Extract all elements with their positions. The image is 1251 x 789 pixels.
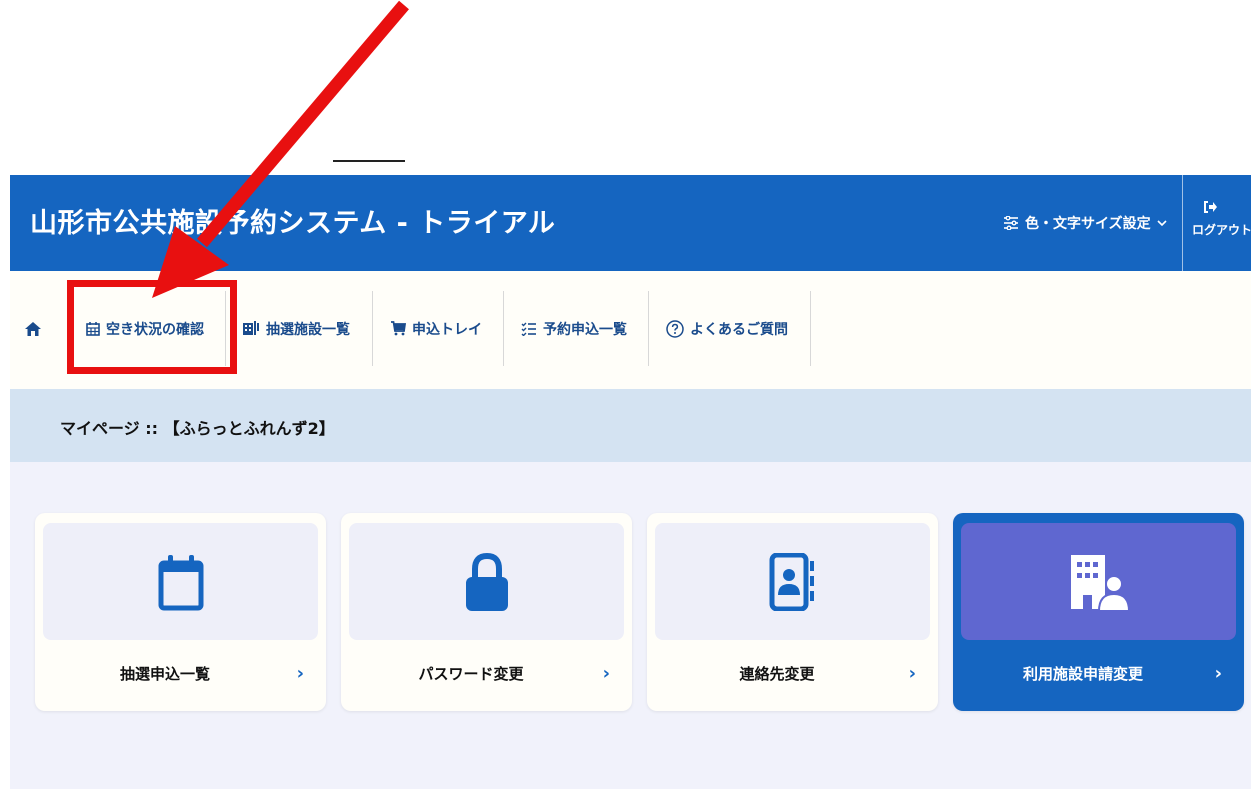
arrow-annotation: [152, 0, 409, 298]
